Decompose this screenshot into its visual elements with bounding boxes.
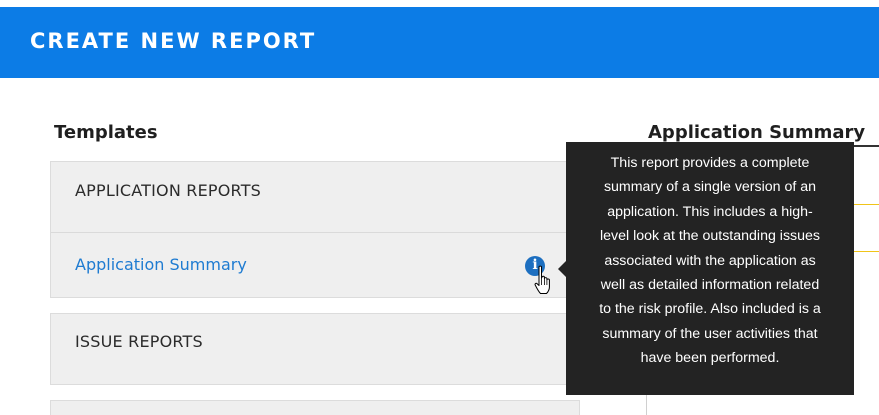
tooltip-line: well as detailed information related [600, 277, 820, 294]
template-group-next [50, 400, 580, 415]
group-label-application-reports: APPLICATION REPORTS [75, 181, 262, 200]
tooltip-line: have been performed. [640, 350, 780, 367]
page-header: CREATE NEW REPORT [0, 7, 879, 78]
tooltip-line: to the risk profile. Also included is a [599, 301, 821, 318]
group-label-issue-reports: ISSUE REPORTS [75, 332, 203, 351]
tooltip-line: summary of the user activities that [602, 325, 818, 342]
page-title: CREATE NEW REPORT [30, 29, 317, 53]
tooltip-line: summary of a single version of an [603, 179, 817, 196]
templates-heading: Templates [54, 122, 158, 143]
tooltip-line: level look at the outstanding issues [599, 228, 821, 245]
tooltip-line: This report provides a complete [610, 155, 810, 171]
info-tooltip: This report provides a complete summary … [566, 142, 854, 395]
tooltip-line: associated with the application as [604, 252, 816, 269]
template-item-application-summary[interactable]: Application Summary [51, 233, 579, 297]
detail-divider [646, 395, 647, 415]
template-link-application-summary[interactable]: Application Summary [75, 255, 247, 274]
tooltip-arrow [558, 261, 566, 277]
detail-heading: Application Summary [648, 122, 866, 143]
template-group-issue-reports: ISSUE REPORTS [50, 313, 580, 385]
hand-pointer-icon [534, 265, 550, 294]
tooltip-line: application. This includes a high- [607, 203, 813, 220]
template-group-application-reports: APPLICATION REPORTS Application Summary [50, 161, 580, 298]
